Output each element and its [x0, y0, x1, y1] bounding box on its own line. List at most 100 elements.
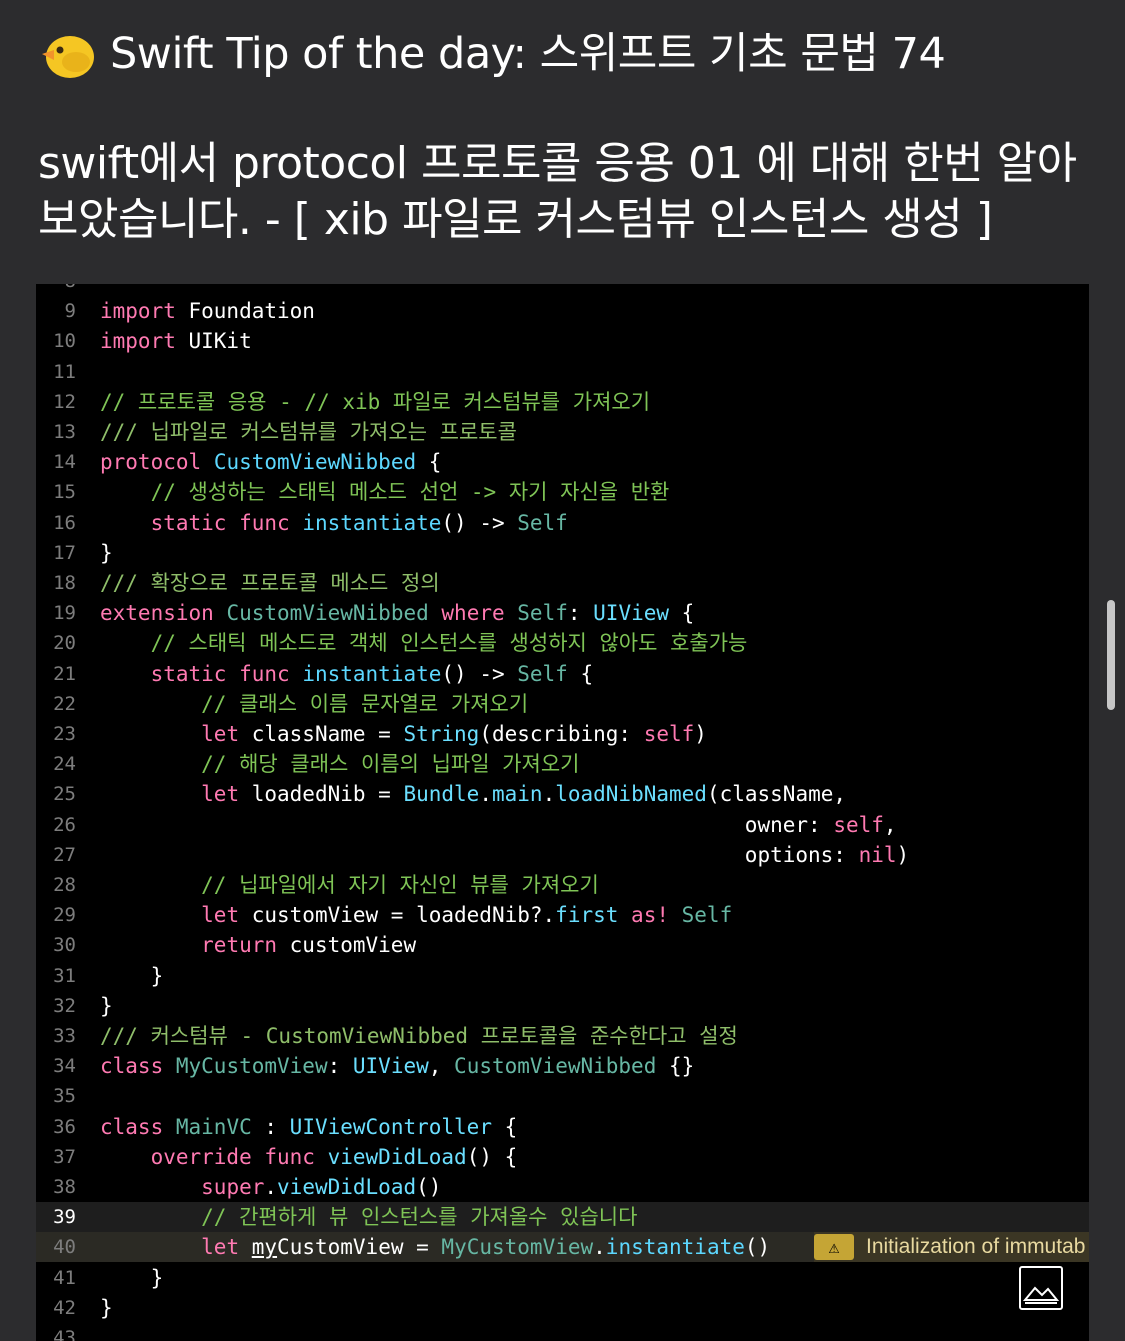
code-line[interactable]: 25 let loadedNib = Bundle.main.loadNibNa…: [36, 779, 1089, 809]
code-text: import UIKit: [100, 326, 252, 356]
code-line[interactable]: 22 // 클래스 이름 문자열로 가져오기: [36, 689, 1089, 719]
code-token: (describing:: [479, 722, 644, 746]
code-line[interactable]: 27 options: nil): [36, 840, 1089, 870]
code-token: .: [593, 1235, 606, 1260]
code-token: nil: [858, 842, 897, 867]
code-line[interactable]: 33 /// 커스텀뷰 - CustomViewNibbed 프로토콜을 준수한다…: [36, 1021, 1089, 1051]
code-line[interactable]: 20 // 스태틱 메소드로 객체 인스턴스를 생성하지 않아도 호출가능: [36, 628, 1089, 658]
code-line[interactable]: 43: [36, 1323, 1089, 1341]
code-line[interactable]: 26 owner: self,: [36, 810, 1089, 840]
line-number: 22: [53, 692, 76, 715]
line-number: 32: [53, 994, 76, 1017]
code-line[interactable]: 11: [36, 357, 1089, 387]
code-token: CustomViewNibbed: [454, 1054, 657, 1079]
code-text: static func instantiate() -> Self {: [100, 659, 594, 689]
code-token: loadedNib =: [239, 782, 404, 807]
code-text: // 프로토콜 응용 - // xib 파일로 커스텀뷰를 가져오기: [100, 387, 650, 417]
code-line[interactable]: 39 // 간편하게 뷰 인스턴스를 가져올수 있습니다: [36, 1202, 1089, 1233]
code-token: () ->: [441, 510, 518, 535]
code-line[interactable]: 17}: [36, 538, 1089, 568]
code-text: class MyCustomView: UIView, CustomViewNi…: [100, 1051, 694, 1081]
code-token: first: [555, 903, 619, 928]
code-token: protocol: [100, 450, 202, 475]
code-line[interactable]: 41 }: [36, 1263, 1089, 1293]
code-token: }: [100, 1295, 113, 1320]
code-line[interactable]: 36 class MainVC : UIViewController {: [36, 1112, 1089, 1142]
code-token: {}: [656, 1054, 695, 1079]
code-line[interactable]: 38 super.viewDidLoad(): [36, 1172, 1089, 1202]
code-line[interactable]: 29 let customView = loadedNib?.first as!…: [36, 900, 1089, 930]
code-token: customView = loadedNib?.: [239, 903, 556, 928]
code-line[interactable]: 9 import Foundation: [36, 296, 1089, 326]
code-token: extension: [100, 601, 214, 626]
code-token: self: [833, 812, 884, 837]
code-line[interactable]: 24 // 해당 클래스 이름의 닙파일 가져오기: [36, 749, 1089, 779]
warning-banner[interactable]: ⚠ Initialization of immutab: [814, 1232, 1089, 1263]
code-token: /// 확장으로 프로토콜 메소드 정의: [100, 571, 440, 595]
code-line[interactable]: 15 // 생성하는 스태틱 메소드 선언 -> 자기 자신을 반환: [36, 477, 1089, 507]
code-line[interactable]: 42}: [36, 1293, 1089, 1323]
code-text: let className = String(describing: self): [100, 719, 707, 749]
code-line[interactable]: 13 /// 닙파일로 커스텀뷰를 가져오는 프로토콜: [36, 417, 1089, 447]
code-token: CustomViewNibbed: [226, 601, 429, 626]
line-number: 9: [64, 300, 76, 323]
code-line[interactable]: 19 extension CustomViewNibbed where Self:…: [36, 598, 1089, 628]
line-number: 25: [53, 783, 76, 806]
code-token: CustomViewNibbed: [213, 450, 417, 475]
code-token: UIViewController: [289, 1114, 492, 1139]
code-token: () {: [466, 1144, 518, 1169]
code-token: static func: [150, 661, 290, 686]
code-token: loadNibNamed: [555, 782, 707, 807]
code-text: // 해당 클래스 이름의 닙파일 가져오기: [100, 749, 579, 779]
scrollbar[interactable]: [1107, 600, 1115, 710]
code-line[interactable]: 28 // 닙파일에서 자기 자신인 뷰를 가져오기: [36, 870, 1089, 900]
code-text: }: [100, 991, 113, 1021]
line-number: 40: [53, 1236, 76, 1259]
code-token: Self: [517, 601, 568, 626]
code-line[interactable]: 32}: [36, 991, 1089, 1021]
code-token: :: [567, 601, 594, 626]
code-line[interactable]: 34 class MyCustomView: UIView, CustomView…: [36, 1051, 1089, 1081]
code-line[interactable]: 8: [36, 284, 1089, 296]
code-line[interactable]: 30 return customView: [36, 930, 1089, 960]
code-line[interactable]: 31 }: [36, 961, 1089, 991]
code-token: ): [694, 722, 707, 746]
line-number: 28: [53, 874, 76, 896]
image-expand-icon[interactable]: [1019, 1266, 1063, 1310]
code-token: class: [100, 1114, 164, 1139]
code-line[interactable]: 37 override func viewDidLoad() {: [36, 1142, 1089, 1172]
code-token: instantiate: [302, 510, 442, 535]
code-line[interactable]: 35: [36, 1081, 1089, 1111]
line-number: 42: [53, 1296, 76, 1319]
code-text: }: [100, 961, 164, 991]
code-token: // 해당 클래스 이름의 닙파일 가져오기: [201, 752, 580, 777]
code-line[interactable]: 10 import UIKit: [36, 326, 1089, 356]
code-text: options: nil): [100, 840, 909, 870]
code-line[interactable]: 12 // 프로토콜 응용 - // xib 파일로 커스텀뷰를 가져오기: [36, 387, 1089, 417]
code-text: let loadedNib = Bundle.main.loadNibNamed…: [100, 779, 846, 809]
code-text: /// 확장으로 프로토콜 메소드 정의: [100, 568, 440, 598]
code-token: MainVC: [175, 1114, 252, 1139]
code-token: // 생성하는 스태틱 메소드 선언 -> 자기 자신을 반환: [150, 480, 670, 505]
code-token: as!: [631, 903, 669, 928]
code-line[interactable]: 14 protocol CustomViewNibbed {: [36, 447, 1089, 477]
code-line[interactable]: 16 static func instantiate() -> Self: [36, 508, 1089, 538]
code-token: (): [416, 1175, 442, 1199]
code-token: .: [264, 1175, 278, 1199]
code-token: self: [643, 722, 695, 746]
code-line[interactable]: 23 let className = String(describing: se…: [36, 719, 1089, 749]
code-token: }: [100, 993, 113, 1018]
code-token: className =: [239, 722, 404, 746]
code-line[interactable]: 21 static func instantiate() -> Self {: [36, 659, 1089, 689]
code-line[interactable]: 18 /// 확장으로 프로토콜 메소드 정의: [36, 568, 1089, 598]
